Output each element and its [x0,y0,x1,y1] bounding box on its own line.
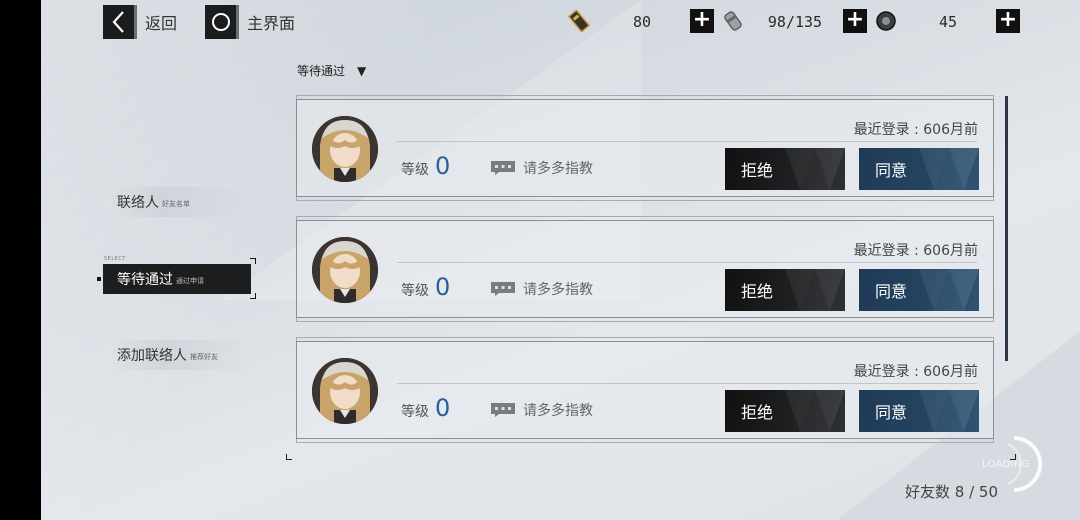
ration-counter: 98/135 [767,13,823,31]
level-label: 等级 [401,283,429,299]
home-circle-icon [205,5,239,39]
reject-label: 拒绝 [741,403,774,422]
list-frame-corner [286,454,292,460]
divider [397,141,977,142]
avatar [312,116,378,182]
level-label: 等级 [401,162,429,178]
nav-item-sublabel: 通过申请 [176,277,204,285]
accept-label: 同意 [875,282,908,301]
nav-item-add-contact[interactable]: 添加联络人 推荐好友 [103,340,253,370]
reject-label: 拒绝 [741,161,774,180]
nav-item-pending[interactable]: 等待通过 通过申请 [103,264,251,294]
add-ticket-button[interactable]: + [690,9,714,33]
button-decoration [919,269,979,311]
avatar [312,237,378,303]
message-text: 请多多指教 [523,403,593,419]
reject-button[interactable]: 拒绝 [725,390,845,432]
chat-bubble-icon [491,161,515,175]
ticket-icon [568,10,590,32]
nav-item-contacts[interactable]: 联络人 好友名单 [103,187,253,217]
accept-button[interactable]: 同意 [859,390,979,432]
button-decoration [785,148,845,190]
chevron-left-icon [103,5,137,39]
divider [397,262,977,263]
triangle-down-icon: ▼ [357,63,367,78]
level-display: 等级 0 [401,152,450,180]
button-decoration [919,390,979,432]
avatar [312,358,378,424]
last-login-text: 最近登录 : 606月前 [853,243,978,259]
reject-label: 拒绝 [741,282,774,301]
back-button[interactable]: 返回 [103,5,178,39]
level-display: 等级 0 [401,394,450,422]
home-button[interactable]: 主界面 [205,5,296,39]
parts-icon [876,11,896,31]
nav-item-sublabel: 好友名单 [162,200,190,208]
nav-item-label: 联络人 [117,195,159,211]
reject-button[interactable]: 拒绝 [725,269,845,311]
friend-request-card: 最近登录 : 606月前 等级 0 请多多指教 拒绝 同意 [296,337,994,443]
nav-item-sublabel: 推荐好友 [190,353,218,361]
ration-icon [724,11,742,31]
button-decoration [785,269,845,311]
chat-bubble-icon [491,403,515,417]
reject-button[interactable]: 拒绝 [725,148,845,190]
parts-counter: 45 [938,13,958,31]
message-text: 请多多指教 [523,161,593,177]
message-text: 请多多指教 [523,282,593,298]
loading-text: LOADING [982,459,1030,470]
button-decoration [785,390,845,432]
accept-label: 同意 [875,403,908,422]
button-decoration [919,148,979,190]
chat-bubble-icon [491,282,515,296]
add-parts-button[interactable]: + [996,9,1020,33]
back-label: 返回 [145,14,178,33]
level-label: 等级 [401,404,429,420]
nav-item-label: 等待通过 [117,272,173,288]
selection-dot [97,277,101,281]
friend-request-card: 最近登录 : 606月前 等级 0 请多多指教 拒绝 同意 [296,216,994,322]
ticket-counter: 80 [632,13,652,31]
level-value: 0 [435,394,451,422]
accept-label: 同意 [875,161,908,180]
filter-label: 等待通过 [297,64,346,78]
last-login-text: 最近登录 : 606月前 [853,122,978,138]
add-ration-button[interactable]: + [843,9,867,33]
select-tag: SELECT [104,256,126,262]
home-label: 主界面 [247,14,296,33]
accept-button[interactable]: 同意 [859,148,979,190]
level-display: 等级 0 [401,273,450,301]
level-value: 0 [435,273,451,301]
list-scrollbar[interactable] [1005,96,1008,361]
friend-request-card: 最近登录 : 606月前 等级 0 请多多指教 拒绝 同意 [296,95,994,201]
accept-button[interactable]: 同意 [859,269,979,311]
divider [397,383,977,384]
friend-count: 好友数 8 / 50 [905,483,998,501]
request-message: 请多多指教 [491,158,593,178]
filter-dropdown[interactable]: 等待通过 ▼ [297,62,366,79]
request-message: 请多多指教 [491,400,593,420]
last-login-text: 最近登录 : 606月前 [853,364,978,380]
nav-item-label: 添加联络人 [117,348,187,364]
request-message: 请多多指教 [491,279,593,299]
level-value: 0 [435,152,451,180]
